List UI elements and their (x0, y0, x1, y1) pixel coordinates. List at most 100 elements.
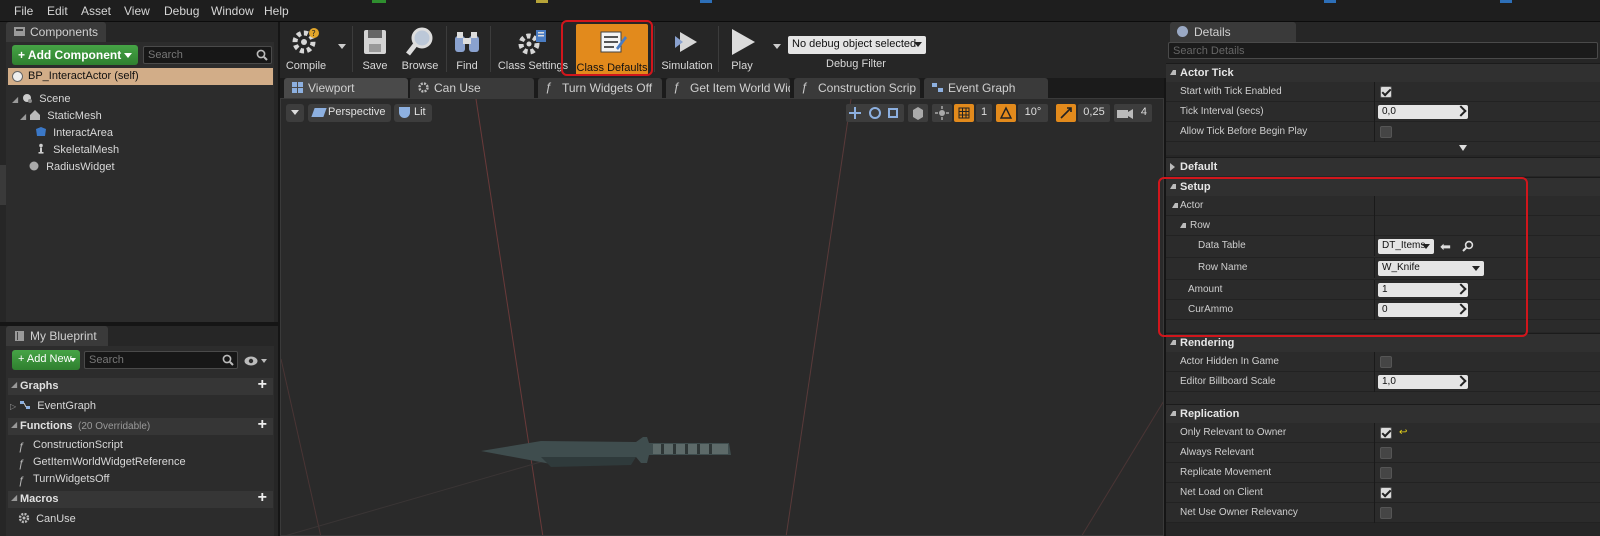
always-relevant-checkbox[interactable] (1380, 447, 1392, 459)
cur-ammo-field[interactable]: 0 (1378, 303, 1468, 317)
data-table-select[interactable]: DT_Items (1378, 239, 1434, 254)
scale-snap-toggle[interactable] (1056, 104, 1076, 122)
advanced-expander[interactable] (1166, 142, 1600, 155)
collapse-arrow-icon (1180, 223, 1186, 228)
graph-item-eventgraph[interactable]: ▷ EventGraph (10, 399, 96, 412)
use-selected-arrow-icon[interactable]: ⬅ (1440, 239, 1451, 255)
debug-object-select[interactable]: No debug object selected (788, 36, 926, 54)
category-default[interactable]: Default (1166, 157, 1600, 176)
browse-search-icon[interactable] (1462, 240, 1474, 252)
tab-get-item-world-widget[interactable]: ƒ Get Item World Wid (666, 78, 790, 98)
eye-icon[interactable] (244, 355, 268, 367)
function-icon: ƒ (545, 80, 552, 94)
macro-item-canuse[interactable]: CanUse (18, 512, 76, 525)
menu-help[interactable]: Help (264, 4, 289, 18)
tree-item-staticmesh[interactable]: ◢ StaticMesh (20, 109, 102, 122)
menu-file[interactable]: File (14, 4, 33, 18)
tree-item-skeletalmesh[interactable]: SkeletalMesh (35, 143, 119, 156)
skeletal-mesh-icon (38, 143, 44, 154)
net-use-owner-checkbox[interactable] (1380, 507, 1392, 519)
find-button[interactable]: Find (450, 22, 484, 76)
row-name-select[interactable]: W_Knife (1378, 261, 1484, 276)
snap-icon (935, 106, 949, 120)
add-component-button[interactable]: + Add Component (12, 45, 138, 65)
tree-item-scene[interactable]: ◢ Scene (12, 92, 70, 105)
add-macro-icon[interactable]: + (258, 489, 267, 507)
prop-always-relevant: Always Relevant (1166, 443, 1600, 463)
lit-button[interactable]: Lit (394, 104, 432, 122)
only-relevant-checkbox[interactable] (1380, 427, 1392, 439)
menu-window[interactable]: Window (211, 4, 254, 18)
grid-size-value[interactable]: 1 (976, 104, 992, 122)
self-row[interactable]: BP_InteractActor (self) (8, 68, 273, 85)
start-with-tick-checkbox[interactable] (1380, 86, 1392, 98)
tick-interval-field[interactable]: 0,0 (1378, 105, 1468, 119)
expand-arrow-icon (1170, 163, 1175, 171)
menu-asset[interactable]: Asset (81, 4, 111, 18)
grid-icon (958, 107, 970, 119)
add-graph-icon[interactable]: + (258, 376, 267, 394)
scale-snap-value[interactable]: 0,25 (1078, 104, 1110, 122)
macros-section[interactable]: ◢ Macros + (8, 489, 273, 508)
surface-snap-button[interactable] (932, 104, 952, 122)
grid-snap-toggle[interactable] (954, 104, 974, 122)
play-button[interactable]: Play (722, 22, 762, 76)
prop-row-group[interactable]: Row (1166, 216, 1600, 236)
menu-debug[interactable]: Debug (164, 4, 199, 18)
add-new-button[interactable]: + Add New (12, 350, 80, 370)
perspective-button[interactable]: Perspective (308, 104, 392, 122)
tree-item-radiuswidget[interactable]: RadiusWidget (28, 160, 115, 173)
blueprint-search-input[interactable]: Search (84, 351, 238, 369)
rotation-snap-toggle[interactable] (996, 104, 1016, 122)
graphs-section[interactable]: ◢ Graphs + (8, 376, 273, 395)
simulation-button[interactable]: Simulation (660, 22, 714, 76)
tree-item-interactarea[interactable]: InteractArea (35, 126, 113, 139)
class-settings-button[interactable]: Class Settings (494, 22, 572, 76)
actor-hidden-checkbox[interactable] (1380, 356, 1392, 368)
category-setup[interactable]: Setup (1166, 177, 1600, 196)
tab-components[interactable]: Components (6, 22, 106, 42)
tab-my-blueprint[interactable]: My Blueprint (6, 326, 108, 346)
billboard-scale-field[interactable]: 1,0 (1378, 375, 1468, 389)
compile-options-chevron-icon[interactable] (338, 44, 346, 49)
class-defaults-button[interactable]: Class Defaults (576, 24, 648, 76)
tab-viewport[interactable]: Viewport (284, 78, 408, 98)
save-icon (364, 30, 386, 54)
menu-view[interactable]: View (124, 4, 150, 18)
expand-advanced-icon (1459, 145, 1467, 151)
tab-event-graph[interactable]: Event Graph (924, 78, 1048, 98)
function-item-getitemworldwidgetreference[interactable]: ƒ GetItemWorldWidgetReference (18, 456, 186, 470)
prop-actor-group[interactable]: Actor (1166, 196, 1600, 216)
amount-field[interactable]: 1 (1378, 283, 1468, 297)
viewport-options-button[interactable] (286, 104, 304, 122)
menu-edit[interactable]: Edit (47, 4, 68, 18)
functions-section[interactable]: ◢ Functions (20 Overridable) + (8, 416, 273, 435)
compile-button[interactable]: ? Compile (282, 22, 330, 76)
tab-construction-script[interactable]: ƒ Construction Scrip (794, 78, 920, 98)
net-load-checkbox[interactable] (1380, 487, 1392, 499)
function-item-constructionscript[interactable]: ƒ ConstructionScript (18, 439, 123, 453)
function-item-turnwidgetsoff[interactable]: ƒ TurnWidgetsOff (18, 473, 109, 487)
play-options-chevron-icon[interactable] (773, 44, 781, 49)
category-actor-tick[interactable]: Actor Tick (1166, 63, 1600, 82)
category-replication[interactable]: Replication (1166, 404, 1600, 423)
components-search-input[interactable]: Search (143, 46, 272, 64)
replicate-movement-checkbox[interactable] (1380, 467, 1392, 479)
browse-button[interactable]: Browse (398, 22, 442, 76)
category-rendering[interactable]: Rendering (1166, 333, 1600, 352)
details-search-input[interactable]: Search Details (1168, 42, 1598, 59)
prop-cur-ammo: CurAmmo 0 (1166, 300, 1600, 320)
viewport[interactable]: Perspective Lit 1 10° 0,25 4 (280, 98, 1164, 536)
rotation-snap-value[interactable]: 10° (1018, 104, 1048, 122)
tab-turn-widgets-off[interactable]: ƒ Turn Widgets Off (538, 78, 662, 98)
tab-can-use[interactable]: Can Use (410, 78, 534, 98)
coordinate-space-button[interactable] (908, 104, 928, 122)
reset-to-default-icon[interactable]: ↩ (1399, 427, 1407, 438)
allow-tick-checkbox[interactable] (1380, 126, 1392, 138)
splitter-handle[interactable] (0, 165, 6, 205)
tab-details[interactable]: Details (1170, 22, 1296, 42)
save-button[interactable]: Save (356, 22, 394, 76)
add-function-icon[interactable]: + (258, 416, 267, 434)
transform-tools[interactable] (846, 104, 904, 122)
camera-speed-button[interactable]: 4 (1114, 104, 1152, 122)
